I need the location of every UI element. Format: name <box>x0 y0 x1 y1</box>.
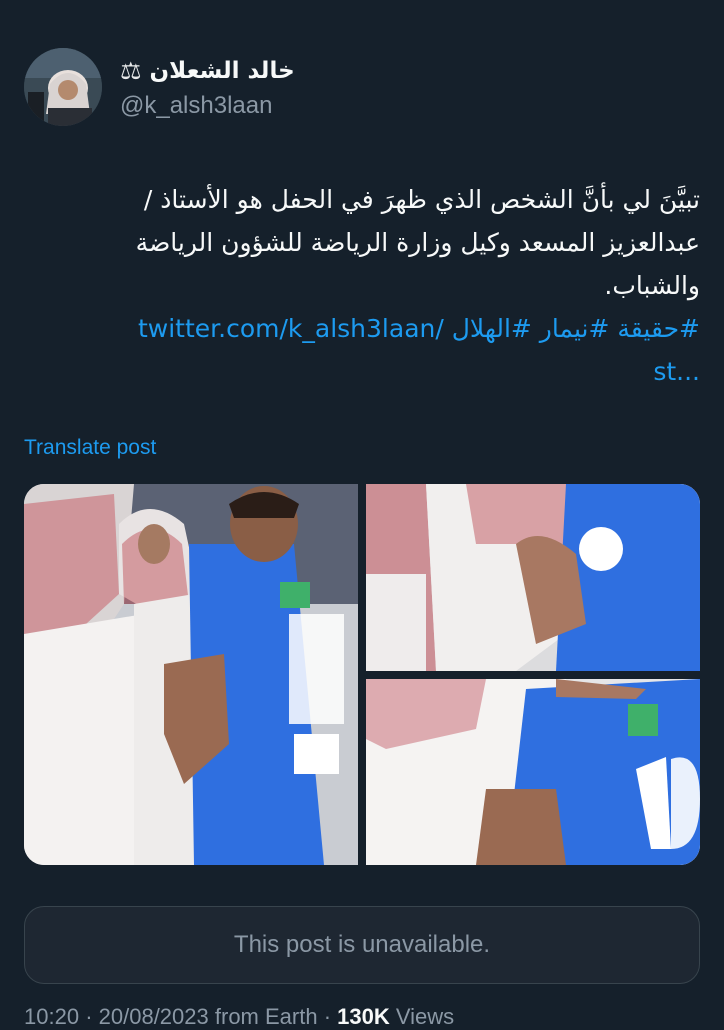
tweet-header: خالد الشعلان ⚖ @k_alsh3laan <box>24 48 700 132</box>
media-photo-3[interactable] <box>366 679 700 865</box>
unavailable-text: This post is unavailable. <box>233 931 491 958</box>
tweet-meta: 10:20 · 20/08/2023 from Earth · 130K Vie… <box>24 1004 454 1030</box>
translate-post-link[interactable]: Translate post <box>24 436 156 460</box>
display-name[interactable]: خالد الشعلان <box>150 58 295 84</box>
tweet-link-end[interactable]: ...st <box>653 357 700 386</box>
tweet-line: عبدالعزيز المسعد وكيل وزارة الرياضة للشؤ… <box>135 228 700 257</box>
media-photo-2[interactable] <box>366 484 700 671</box>
media-photo-1[interactable] <box>24 484 358 865</box>
hashtags[interactable]: #حقيقة #نيمار #الهلال <box>452 314 700 343</box>
separator-dot: · <box>85 1004 99 1029</box>
tweet-text: تبيَّنَ لي بأنَّ الشخص الذي ظهرَ في الحف… <box>24 178 700 393</box>
avatar[interactable] <box>24 48 102 126</box>
tweet-line: تبيَّنَ لي بأنَّ الشخص الذي ظهرَ في الحف… <box>143 185 700 214</box>
views-count: 130K <box>337 1004 390 1029</box>
quoted-post-unavailable: This post is unavailable. <box>24 906 700 984</box>
separator-dot: · <box>323 1004 338 1029</box>
tweet-source: from Earth <box>214 1004 318 1029</box>
tweet-links-line: ...st <box>24 350 700 393</box>
scale-of-justice-icon: ⚖ <box>120 57 142 85</box>
tweet-date[interactable]: 20/08/2023 <box>99 1004 209 1029</box>
views-label: Views <box>395 1004 455 1029</box>
user-handle[interactable]: @k_alsh3laan <box>120 92 272 120</box>
media-grid <box>24 484 700 865</box>
tweet-line: والشباب. <box>604 271 700 300</box>
tweet-links-line: #حقيقة #نيمار #الهلال twitter.com/k_alsh… <box>24 307 700 350</box>
tweet-link-start[interactable]: twitter.com/k_alsh3laan/ <box>138 314 444 343</box>
tweet-time[interactable]: 10:20 <box>24 1004 79 1029</box>
